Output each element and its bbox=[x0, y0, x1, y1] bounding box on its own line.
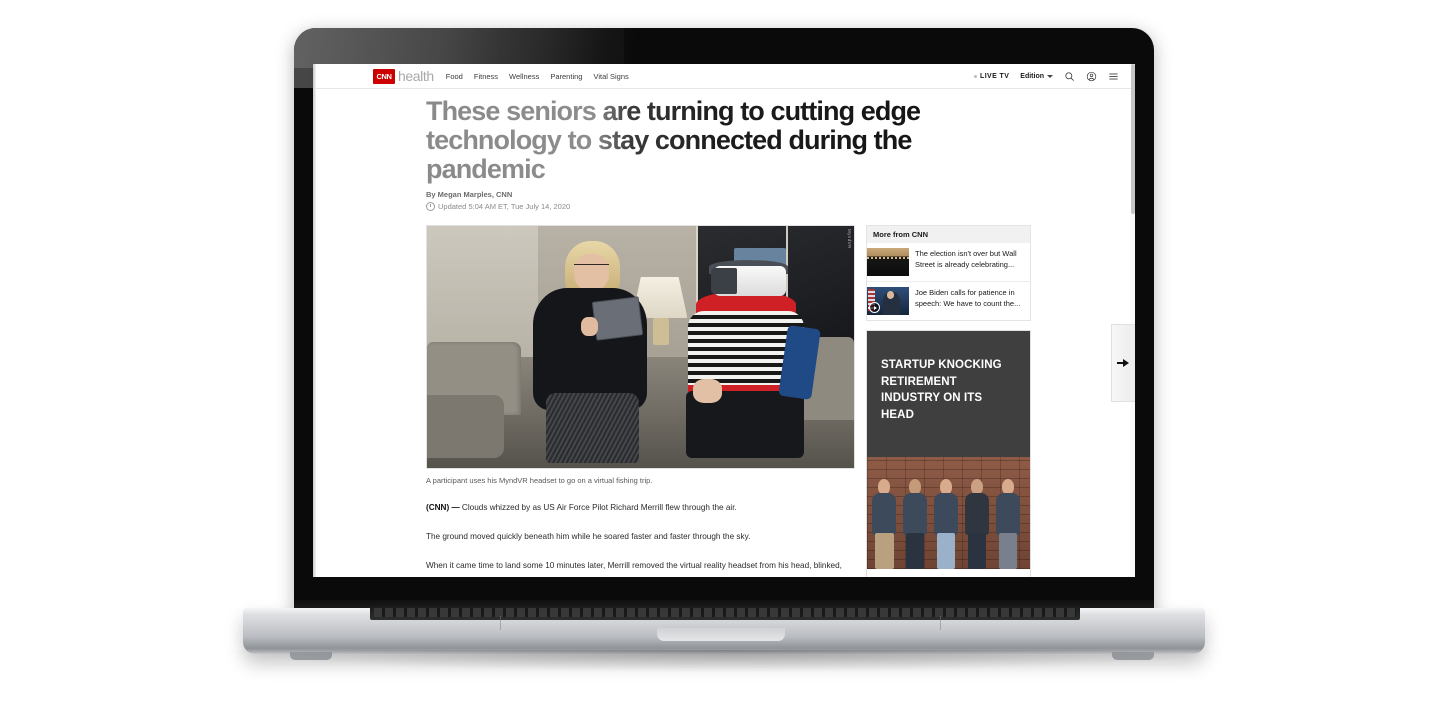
sidebar: More from CNN The election isn't over bu… bbox=[866, 225, 1031, 577]
article-byline: By Megan Marples, CNN bbox=[426, 190, 513, 199]
edge-arrow-panel[interactable] bbox=[1111, 324, 1135, 402]
live-tv-label: LIVE TV bbox=[980, 72, 1010, 80]
base-seam-left bbox=[500, 616, 501, 630]
article-timestamp: Updated 5:04 AM ET, Tue July 14, 2020 bbox=[426, 202, 1135, 211]
cnn-article-page: CNN health Food Fitness Wellness Parenti… bbox=[316, 64, 1135, 577]
search-icon[interactable] bbox=[1064, 71, 1075, 82]
list-item[interactable]: The election isn't over but Wall Street … bbox=[867, 243, 1030, 282]
nav-link-parenting[interactable]: Parenting bbox=[550, 72, 582, 81]
nav-right-group: LIVE TV Edition bbox=[974, 71, 1119, 82]
site-navigation-bar: CNN health Food Fitness Wellness Parenti… bbox=[316, 64, 1135, 89]
base-seam-right bbox=[940, 616, 941, 630]
startup-team-photo bbox=[867, 457, 1030, 569]
list-item[interactable]: Joe Biden calls for patience in speech: … bbox=[867, 282, 1030, 320]
page-title: These seniors are turning to cutting edg… bbox=[426, 97, 1026, 184]
article-content: These seniors are turning to cutting edg… bbox=[316, 89, 1135, 577]
page-scrollbar[interactable] bbox=[1131, 64, 1135, 577]
joe-biden-speech-thumbnail bbox=[867, 287, 909, 315]
brand-word-health[interactable]: health bbox=[398, 68, 434, 84]
edition-selector[interactable]: Edition bbox=[1020, 73, 1053, 80]
screen-left-edge bbox=[313, 64, 316, 577]
timestamp-text: Updated 5:04 AM ET, Tue July 14, 2020 bbox=[438, 202, 571, 211]
live-tv-button[interactable]: LIVE TV bbox=[974, 73, 1009, 80]
nav-link-wellness[interactable]: Wellness bbox=[509, 72, 539, 81]
play-video-icon[interactable] bbox=[869, 302, 880, 313]
list-item-headline: Joe Biden calls for patience in speech: … bbox=[915, 288, 1021, 308]
article-paragraph: When it came time to land some 10 minute… bbox=[426, 561, 842, 570]
edition-label: Edition bbox=[1020, 72, 1044, 80]
list-item-headline: The election isn't over but Wall Street … bbox=[915, 249, 1017, 269]
senior-with-vr-headset bbox=[683, 259, 822, 459]
nav-link-food[interactable]: Food bbox=[446, 72, 463, 81]
hero-watermark: MyndVR bbox=[847, 229, 852, 249]
ad-cta-row: Read More bbox=[867, 569, 1030, 577]
laptop-trackpad-notch bbox=[657, 628, 785, 641]
hero-image: MyndVR bbox=[426, 225, 855, 469]
nav-link-fitness[interactable]: Fitness bbox=[474, 72, 498, 81]
live-indicator-dot bbox=[974, 74, 978, 78]
hamburger-menu-icon[interactable] bbox=[1108, 71, 1119, 82]
article-paragraph: (CNN) — Clouds whizzed by as US Air Forc… bbox=[426, 503, 737, 512]
laptop-keyboard-keys bbox=[374, 608, 1076, 617]
screenshot-stage: CNN health Food Fitness Wellness Parenti… bbox=[0, 0, 1440, 712]
more-from-cnn-box: More from CNN The election isn't over bu… bbox=[866, 225, 1031, 321]
more-from-cnn-header: More from CNN bbox=[867, 226, 1030, 243]
stock-exchange-thumbnail bbox=[867, 248, 909, 276]
woman-with-tablet bbox=[525, 240, 657, 463]
ad-headline: STARTUP KNOCKING RETIREMENT INDUSTRY ON … bbox=[881, 359, 1002, 421]
main-column: MyndVR A participant uses his MyndVR hea… bbox=[426, 225, 855, 577]
clock-icon bbox=[426, 202, 435, 211]
laptop-screen: CNN health Food Fitness Wellness Parenti… bbox=[313, 64, 1135, 577]
ad-headline-panel: STARTUP KNOCKING RETIREMENT INDUSTRY ON … bbox=[867, 331, 1030, 457]
article-body: (CNN) — Clouds whizzed by as US Air Forc… bbox=[426, 500, 855, 577]
arrow-right-icon bbox=[1117, 358, 1130, 368]
desk-shadow bbox=[235, 650, 1215, 672]
nav-link-vital-signs[interactable]: Vital Signs bbox=[593, 72, 628, 81]
hero-caption: A participant uses his MyndVR headset to… bbox=[426, 476, 653, 485]
source-tag: (CNN) — bbox=[426, 503, 460, 512]
lid-highlight-top bbox=[294, 28, 1154, 68]
nav-links: Food Fitness Wellness Parenting Vital Si… bbox=[446, 72, 629, 81]
cnn-logo[interactable]: CNN bbox=[373, 68, 395, 84]
cnn-logo-text: CNN bbox=[376, 71, 392, 81]
chevron-down-icon bbox=[1047, 74, 1053, 78]
sponsored-ad-box[interactable]: STARTUP KNOCKING RETIREMENT INDUSTRY ON … bbox=[866, 330, 1031, 577]
article-paragraph: The ground moved quickly beneath him whi… bbox=[426, 532, 751, 541]
user-account-icon[interactable] bbox=[1086, 71, 1097, 82]
article-columns: MyndVR A participant uses his MyndVR hea… bbox=[426, 225, 1135, 577]
